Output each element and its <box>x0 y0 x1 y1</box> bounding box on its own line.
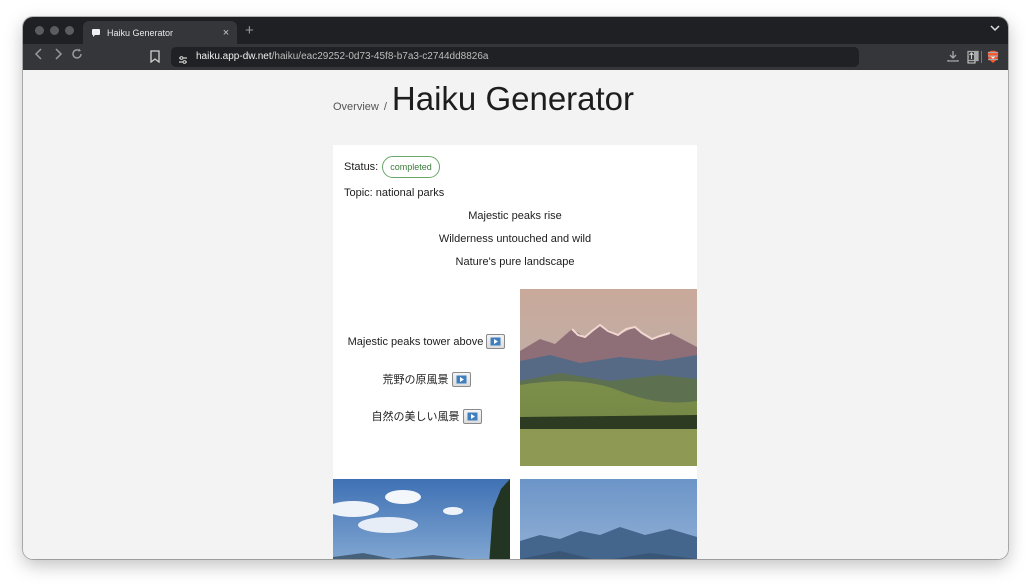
blue-mountains-image <box>520 479 697 559</box>
translations-panel: Majestic peaks tower above 荒野の原風景 自然の美しい… <box>333 287 520 465</box>
play-icon <box>456 375 466 383</box>
menu-icon[interactable] <box>986 49 1000 63</box>
tab-haiku-generator[interactable]: Haiku Generator × <box>83 21 237 44</box>
tab-bar: Haiku Generator × + <box>23 17 1008 44</box>
topic-text: Topic: national parks <box>344 187 445 199</box>
play-icon <box>467 412 477 420</box>
url-text[interactable]: haiku.app-dw.net/haiku/eac29252-0d73-45f… <box>196 51 488 62</box>
zoom-window-dot[interactable] <box>65 26 74 35</box>
haiku-poem: Majestic peaks rise Wilderness untouched… <box>333 209 697 278</box>
page-content: Overview / Haiku Generator Status: compl… <box>23 70 1008 559</box>
play-audio-button[interactable] <box>486 334 506 349</box>
chevron-down-icon[interactable] <box>990 24 1000 35</box>
page-header: Overview / Haiku Generator <box>333 80 634 118</box>
status-label: Status: <box>344 161 379 173</box>
address-bar[interactable]: haiku.app-dw.net/haiku/eac29252-0d73-45f… <box>171 47 999 67</box>
url-host: haiku.app-dw.net <box>196 51 272 62</box>
page-title: Haiku Generator <box>391 80 635 117</box>
download-icon[interactable] <box>946 49 960 63</box>
translation-row: Majestic peaks tower above <box>333 334 520 349</box>
site-settings-icon[interactable] <box>178 52 188 64</box>
mountain-meadow-image <box>520 289 697 466</box>
tab-title: Haiku Generator <box>107 27 174 38</box>
sidebar-icon[interactable] <box>966 49 980 63</box>
close-tab-icon[interactable]: × <box>219 27 233 39</box>
lake-forest-image <box>333 479 510 559</box>
new-tab-icon[interactable]: + <box>245 22 254 39</box>
back-icon[interactable] <box>31 47 47 65</box>
haiku-card: Status: completed Topic: national parks … <box>333 145 697 559</box>
browser-toolbar: haiku.app-dw.net/haiku/eac29252-0d73-45f… <box>23 44 1008 71</box>
translation-row: 自然の美しい風景 <box>333 408 520 424</box>
play-icon <box>490 337 501 346</box>
haiku-line: Nature's pure landscape <box>455 256 575 268</box>
status-row: Status: completed <box>344 156 440 178</box>
play-audio-button[interactable] <box>462 408 482 424</box>
reload-icon[interactable] <box>69 47 85 65</box>
toolbar-divider <box>981 51 982 63</box>
minimize-window-dot[interactable] <box>50 26 59 35</box>
haiku-line: Majestic peaks rise <box>468 210 562 222</box>
close-window-dot[interactable] <box>35 26 44 35</box>
play-audio-button[interactable] <box>451 371 471 387</box>
translation-row: 荒野の原風景 <box>333 371 520 387</box>
translation-text: 自然の美しい風景 <box>371 411 460 423</box>
breadcrumb-overview-link[interactable]: Overview <box>333 101 379 113</box>
translation-text: Majestic peaks tower above <box>347 335 484 348</box>
speech-bubble-icon <box>91 28 101 38</box>
haiku-line: Wilderness untouched and wild <box>438 233 592 245</box>
url-path: /haiku/eac29252-0d73-45f8-b7a3-c2744dd88… <box>271 51 489 62</box>
status-badge: completed <box>382 156 440 178</box>
breadcrumb-separator: / <box>383 101 387 113</box>
forward-icon[interactable] <box>50 47 66 65</box>
browser-window: Haiku Generator × + haiku.app-dw.net/hai… <box>23 17 1008 559</box>
translation-text: 荒野の原風景 <box>382 374 449 386</box>
bookmark-icon[interactable] <box>150 50 160 64</box>
